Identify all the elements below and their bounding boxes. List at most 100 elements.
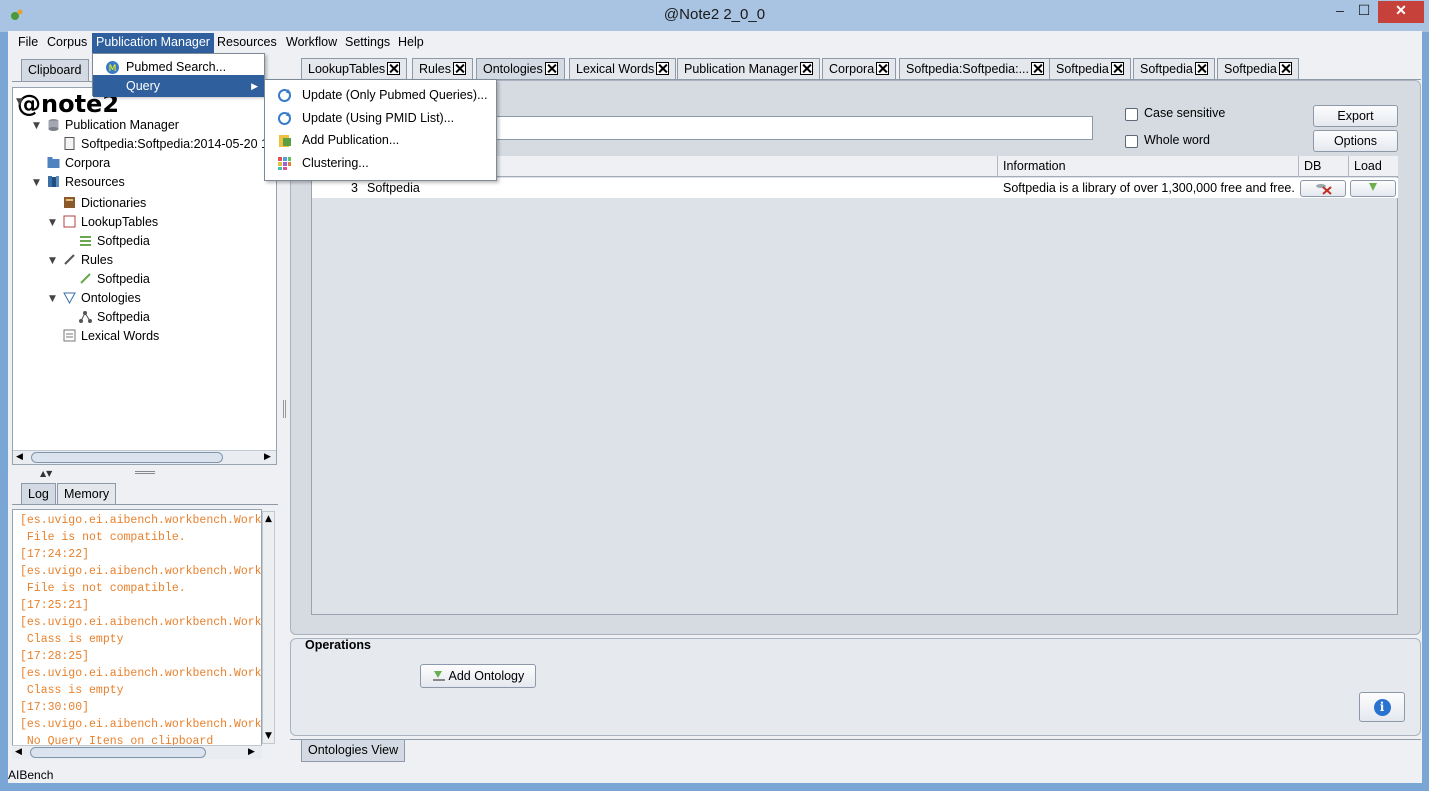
scroll-left-icon[interactable]: ◀ (16, 452, 23, 462)
tree-item-lookuptables[interactable]: LookupTables (63, 213, 158, 232)
menu-item-update-pmid-list[interactable]: Update (Using PMID List)... (265, 107, 496, 129)
tab-lookuptables[interactable]: LookupTables (301, 58, 408, 80)
column-header-load[interactable]: Load (1348, 156, 1398, 177)
menu-settings[interactable]: Settings (341, 33, 394, 53)
menu-item-update-pubmed-queries[interactable]: Update (Only Pubmed Queries)... (265, 84, 496, 106)
row-name: Softpedia (367, 181, 420, 195)
scroll-up-icon[interactable]: ▲ (265, 514, 272, 524)
tab-ontologies-view[interactable]: Ontologies View (301, 740, 406, 762)
splitter-arrows-icon[interactable]: ▲▼ (40, 469, 52, 478)
tab-lexical-words[interactable]: Lexical Words (569, 58, 677, 80)
close-tab-icon[interactable] (1194, 62, 1208, 75)
close-tab-icon[interactable] (1031, 62, 1045, 75)
close-tab-icon[interactable] (1278, 62, 1292, 75)
splitter-grip[interactable] (135, 471, 155, 474)
column-header-db[interactable]: DB (1298, 156, 1348, 177)
export-button[interactable]: Export (1313, 105, 1398, 127)
add-ontology-label: Add Ontology (448, 669, 525, 683)
tree-toggle-lookuptables[interactable]: ▼ (49, 218, 56, 228)
db-remove-button[interactable] (1300, 180, 1346, 197)
load-button[interactable] (1350, 180, 1396, 197)
scroll-right-icon[interactable]: ▶ (248, 747, 255, 757)
tab-softpedia-3[interactable]: Softpedia (1217, 58, 1299, 80)
log-hscrollbar[interactable]: ◀ ▶ (12, 745, 262, 759)
load-arrow-icon (1369, 183, 1377, 191)
ontologies-table[interactable] (311, 156, 1398, 615)
minimize-button[interactable]: ‒ (1330, 1, 1350, 21)
menu-corpus[interactable]: Corpus (43, 33, 91, 53)
tree-toggle-pub[interactable]: ▼ (33, 121, 40, 131)
menu-item-clustering[interactable]: Clustering... (265, 152, 496, 174)
tree-toggle-resources[interactable]: ▼ (33, 178, 40, 188)
add-ontology-button[interactable]: Add Ontology (420, 664, 536, 688)
tree-scrollbar[interactable]: ◀ ▶ (13, 450, 276, 464)
tab-softpedia-corpus[interactable]: Softpedia:Softpedia:... (899, 58, 1052, 80)
tree-item-publication-manager[interactable]: Publication Manager (47, 116, 179, 135)
info-button[interactable]: i (1359, 692, 1405, 722)
tree-item-publication[interactable]: Softpedia:Softpedia:2014-05-20 1 (63, 135, 268, 154)
tab-clipboard[interactable]: Clipboard (21, 59, 89, 82)
close-tab-icon[interactable] (452, 62, 466, 75)
vertical-splitter[interactable] (283, 400, 286, 418)
log-line: [es.uvigo.ei.aibench.workbench.Work (20, 514, 262, 527)
tree-item-rules[interactable]: Rules (63, 251, 113, 270)
tab-label: Publication Manager (684, 62, 798, 76)
log-line: File is not compatible. (20, 582, 186, 595)
tree-item-lexical-words[interactable]: Lexical Words (63, 327, 159, 346)
scroll-right-icon[interactable]: ▶ (264, 452, 271, 462)
tab-corpora[interactable]: Corpora (822, 58, 897, 80)
menu-item-query[interactable]: Query ▶ (93, 75, 264, 97)
scroll-thumb[interactable] (30, 747, 206, 758)
case-sensitive-label: Case sensitive (1144, 106, 1226, 120)
tab-log[interactable]: Log (21, 483, 56, 505)
tab-softpedia-2[interactable]: Softpedia (1133, 58, 1215, 80)
log-output[interactable]: [es.uvigo.ei.aibench.workbench.Work File… (12, 509, 262, 746)
info-icon: i (1373, 699, 1391, 716)
tab-publication-manager[interactable]: Publication Manager (677, 58, 820, 80)
table-row[interactable]: 3 Softpedia Softpedia is a library of ov… (312, 178, 1398, 198)
scroll-thumb[interactable] (31, 452, 223, 463)
menu-file[interactable]: File (14, 33, 42, 53)
tree-item-corpora[interactable]: Corpora (47, 154, 110, 173)
close-tab-icon[interactable] (876, 62, 890, 75)
tree-item-dictionaries[interactable]: Dictionaries (63, 194, 146, 213)
case-sensitive-checkbox[interactable] (1125, 108, 1138, 121)
tab-memory[interactable]: Memory (57, 483, 117, 505)
menu-resources[interactable]: Resources (213, 33, 281, 53)
close-tab-icon[interactable] (387, 62, 401, 75)
tree-toggle-root[interactable]: ▼ (16, 97, 23, 107)
column-header-information[interactable]: Information (997, 156, 1298, 177)
log-vscrollbar[interactable]: ▲ ▼ (262, 511, 275, 744)
tab-ontologies[interactable]: Ontologies (476, 58, 565, 80)
tree-toggle-ontologies[interactable]: ▼ (49, 294, 56, 304)
scroll-down-icon[interactable]: ▼ (265, 731, 272, 741)
close-tab-icon[interactable] (799, 62, 813, 75)
maximize-button[interactable]: ☐ (1352, 1, 1376, 21)
log-line: [17:24:22] (20, 548, 90, 561)
tree-item-ontologies[interactable]: Ontologies (63, 289, 141, 308)
menu-workflow[interactable]: Workflow (282, 33, 341, 53)
log-line: [es.uvigo.ei.aibench.workbench.Work (20, 667, 262, 680)
menu-publication-manager[interactable]: Publication Manager (92, 33, 214, 53)
close-tab-icon[interactable] (1110, 62, 1124, 75)
add-icon (432, 671, 445, 681)
tree-item-resources[interactable]: Resources (47, 173, 125, 192)
tree-toggle-rules[interactable]: ▼ (49, 256, 56, 266)
close-button[interactable]: ✕ (1378, 1, 1424, 23)
rule-icon (79, 272, 92, 285)
dictionary-icon (63, 196, 76, 209)
whole-word-checkbox[interactable] (1125, 135, 1138, 148)
tree-item-rules-softpedia[interactable]: Softpedia (79, 270, 150, 289)
scroll-left-icon[interactable]: ◀ (15, 747, 22, 757)
tab-softpedia-1[interactable]: Softpedia (1049, 58, 1131, 80)
resource-tree[interactable]: @note2 ▼ ▼ Publication Manager Softpedia… (12, 87, 277, 465)
menu-item-add-publication[interactable]: Add Publication... (265, 129, 496, 151)
options-button[interactable]: Options (1313, 130, 1398, 152)
menu-help[interactable]: Help (394, 33, 428, 53)
close-tab-icon[interactable] (656, 62, 670, 75)
tree-item-ontologies-softpedia[interactable]: Softpedia (79, 308, 150, 327)
tab-rules[interactable]: Rules (412, 58, 473, 80)
menu-item-label: Add Publication... (302, 133, 400, 147)
tree-item-lookuptable-softpedia[interactable]: Softpedia (79, 232, 150, 251)
close-tab-icon[interactable] (544, 62, 558, 75)
